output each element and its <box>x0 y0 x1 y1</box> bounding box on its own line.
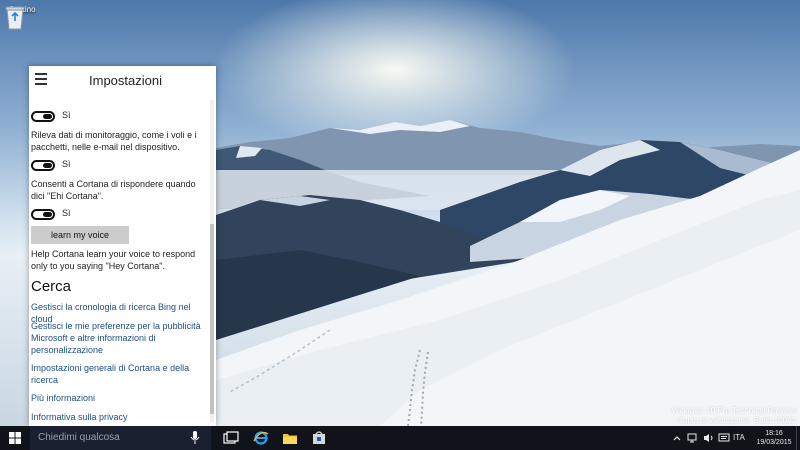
general-settings-link[interactable]: Impostazioni generali di Cortana e della… <box>31 362 211 386</box>
store-button[interactable] <box>305 426 333 450</box>
learn-my-voice-button[interactable]: learn my voice <box>31 226 129 244</box>
file-explorer-button[interactable] <box>276 426 304 450</box>
voice-help-text: Help Cortana learn your voice to respond… <box>31 249 196 271</box>
network-icon[interactable] <box>687 433 699 443</box>
task-view-button[interactable] <box>217 426 245 450</box>
recycle-bin-shortcut[interactable]: Cestino <box>4 4 40 30</box>
clock-date: 19/03/2015 <box>756 439 792 446</box>
toggle-state-label-3: Sì <box>62 208 71 218</box>
more-info-link[interactable]: Più informazioni <box>31 392 211 404</box>
tracking-info-description: Rileva dati di monitoraggio, come i voli… <box>31 130 197 152</box>
toggle-switch-3[interactable] <box>31 209 55 220</box>
ad-preferences-link[interactable]: Gestisci le mie preferenze per la pubbli… <box>31 320 211 356</box>
hey-cortana-description: Consenti a Cortana di rispondere quando … <box>31 179 196 201</box>
internet-explorer-icon <box>253 431 269 445</box>
microphone-icon[interactable] <box>190 430 200 446</box>
folder-icon <box>283 434 297 444</box>
cortana-settings-panel: Impostazioni Sì Rileva dati di monitorag… <box>29 66 216 426</box>
search-placeholder: Chiedimi qualcosa <box>38 432 120 443</box>
taskbar-clock[interactable]: 18:16 19/03/2015 <box>754 429 794 447</box>
panel-title: Impostazioni <box>89 73 162 88</box>
internet-explorer-button[interactable] <box>247 426 275 450</box>
toggle-state-label-1: Sì <box>62 110 71 120</box>
toggle-state-label-2: Sì <box>62 159 71 169</box>
recycle-bin-icon <box>5 6 25 30</box>
build-watermark: Windows 10 Pro Technical Preview Copia d… <box>556 406 796 426</box>
action-center-icon[interactable] <box>718 433 730 443</box>
panel-header: Impostazioni <box>29 66 216 96</box>
cortana-search-box[interactable]: Chiedimi qualcosa <box>30 426 211 450</box>
windows-logo-icon <box>9 432 21 444</box>
start-button[interactable] <box>0 426 30 450</box>
clock-time: 18:16 <box>765 430 783 437</box>
toggle-switch-2[interactable] <box>31 160 55 171</box>
taskbar: Chiedimi qualcosa ITA 18:16 19/03/2015 <box>0 426 800 450</box>
task-view-icon <box>223 431 239 444</box>
input-language-indicator[interactable]: ITA <box>733 433 745 442</box>
store-bag-icon <box>313 431 325 444</box>
show-desktop-button[interactable] <box>796 426 800 450</box>
hamburger-menu-icon[interactable] <box>35 73 49 85</box>
volume-icon[interactable] <box>703 433 715 443</box>
watermark-line-2: Copia di valutazione. Build 10041 <box>677 416 796 425</box>
toggle-switch-1[interactable] <box>31 111 55 122</box>
chevron-up-icon[interactable] <box>673 435 681 441</box>
search-section-title: Cerca <box>31 278 72 295</box>
watermark-line-1: Windows 10 Pro Technical Preview <box>671 406 796 415</box>
settings-list: Sì Rileva dati di monitoraggio, come i v… <box>29 100 208 426</box>
privacy-statement-link[interactable]: Informativa sulla privacy <box>31 411 211 423</box>
